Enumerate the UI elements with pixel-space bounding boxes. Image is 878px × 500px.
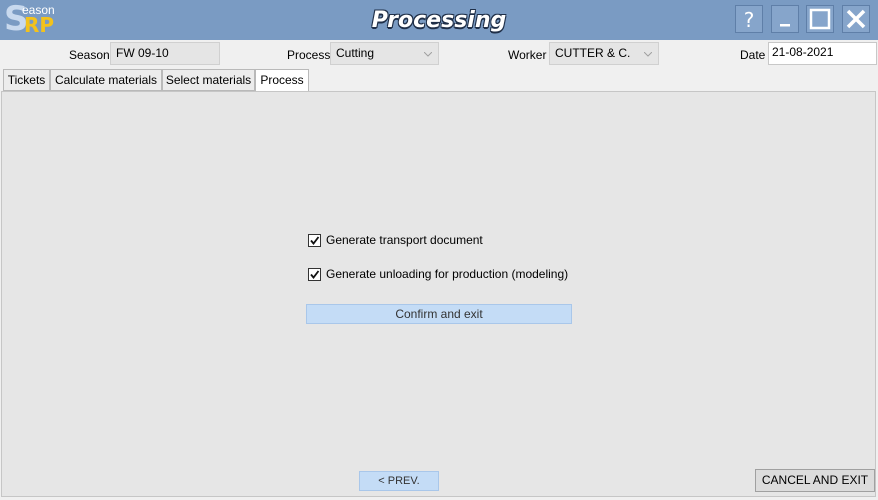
worker-label: Worker [508, 48, 547, 62]
transport-document-label: Generate transport document [326, 233, 483, 247]
tab-tickets[interactable]: Tickets [3, 69, 50, 91]
tab-calculate-materials[interactable]: Calculate materials [50, 69, 162, 91]
date-label: Date [740, 48, 766, 62]
season-select[interactable]: FW 09-10 [110, 42, 220, 65]
date-value: 21-08-2021 [772, 45, 834, 59]
cancel-and-exit-button[interactable]: CANCEL AND EXIT [755, 469, 875, 492]
unloading-production-label: Generate unloading for production (model… [326, 267, 569, 281]
process-value: Cutting [336, 46, 375, 60]
worker-value: CUTTER & C. [555, 46, 631, 60]
maximize-button[interactable] [806, 5, 834, 33]
transport-document-checkbox[interactable] [308, 234, 321, 247]
confirm-and-exit-button[interactable]: Confirm and exit [306, 304, 572, 324]
maximize-icon [809, 8, 831, 30]
close-icon [846, 9, 866, 29]
season-value: FW 09-10 [116, 46, 169, 60]
minimize-button[interactable] [771, 5, 799, 33]
close-button[interactable] [842, 5, 870, 33]
checkmark-icon [310, 236, 320, 245]
chevron-down-icon [424, 52, 432, 57]
prev-button[interactable]: < PREV. [359, 471, 439, 491]
tab-select-materials[interactable]: Select materials [162, 69, 255, 91]
chevron-down-icon [644, 52, 652, 57]
date-input[interactable]: 21-08-2021 [768, 42, 877, 65]
help-icon: ? [744, 8, 755, 32]
svg-text:?: ? [744, 8, 755, 32]
unloading-production-checkbox[interactable] [308, 268, 321, 281]
checkmark-icon [310, 270, 320, 279]
title-bar: S eason RP Processing ? [0, 0, 878, 40]
season-label: Season [69, 48, 110, 62]
tab-process[interactable]: Process [255, 69, 309, 92]
process-select[interactable]: Cutting [330, 42, 439, 65]
minimize-icon [780, 24, 790, 27]
worker-select[interactable]: CUTTER & C. [549, 42, 659, 65]
process-panel [1, 91, 876, 497]
help-button[interactable]: ? [735, 5, 763, 33]
process-label: Process [287, 48, 331, 62]
